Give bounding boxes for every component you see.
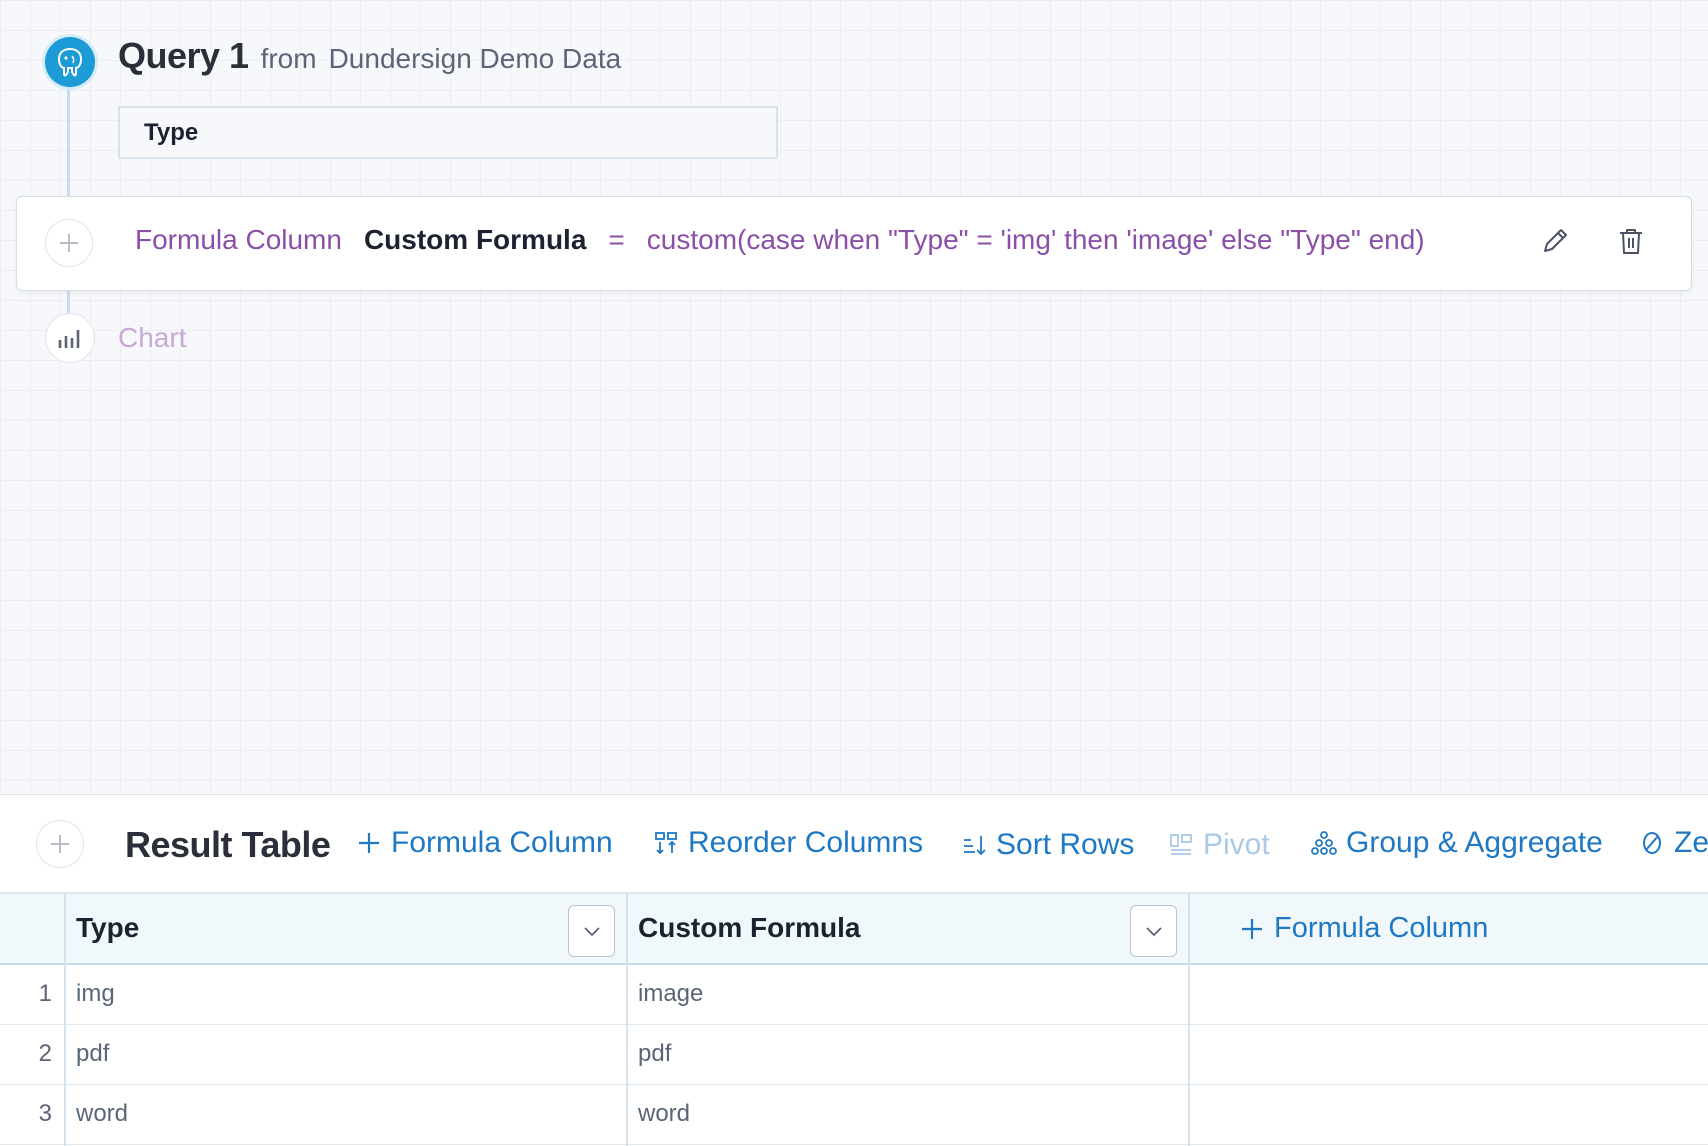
add-formula-column-button[interactable]: Formula Column	[355, 826, 613, 860]
add-result-step-button[interactable]	[36, 820, 84, 868]
column-divider	[626, 894, 628, 1146]
query-name[interactable]: Query 1	[118, 35, 249, 77]
chart-step-label[interactable]: Chart	[118, 322, 186, 354]
group-aggregate-button[interactable]: Group & Aggregate	[1310, 826, 1603, 860]
plus-icon	[1242, 918, 1262, 939]
chevron-down-icon	[1145, 927, 1162, 937]
chevron-down-icon	[583, 927, 600, 937]
reorder-icon	[652, 829, 680, 857]
trash-icon	[1620, 229, 1642, 254]
cell-custom-formula: image	[638, 980, 704, 1007]
cell-type: pdf	[76, 1040, 110, 1067]
result-table-title: Result Table	[125, 824, 331, 865]
table-row: 1 img image	[0, 965, 1708, 1025]
formula-step-card[interactable]: Formula Column Custom Formula = custom(c…	[16, 196, 1692, 291]
query-canvas: Query 1 from Dundersign Demo Data Type F…	[0, 0, 1708, 795]
pivot-button[interactable]: Pivot	[1167, 828, 1270, 862]
group-aggregate-label: Group & Aggregate	[1346, 826, 1603, 859]
sort-rows-label: Sort Rows	[996, 828, 1135, 861]
plus-icon	[51, 835, 69, 853]
reorder-columns-label: Reorder Columns	[688, 826, 924, 859]
column-custom-formula-dropdown-button[interactable]	[1130, 905, 1177, 957]
pivot-label: Pivot	[1203, 828, 1270, 861]
selected-column-label: Type	[144, 118, 199, 146]
formula-column-name: Custom Formula	[363, 224, 587, 255]
formula-equals: =	[608, 224, 625, 255]
table-header: Type Custom Formula Formula Column	[0, 894, 1708, 965]
row-number: 2	[38, 1040, 52, 1067]
table-row: 2 pdf pdf	[0, 1025, 1708, 1085]
zero-fill-label: Ze	[1674, 826, 1708, 859]
column-header-type[interactable]: Type	[76, 912, 139, 944]
column-divider	[64, 894, 66, 1146]
formula-step-type: Formula Column	[135, 224, 342, 255]
timeline-connector	[67, 87, 70, 197]
reorder-columns-button[interactable]: Reorder Columns	[652, 826, 923, 860]
query-title: Query 1 from Dundersign Demo Data	[118, 35, 621, 77]
sort-rows-button[interactable]: Sort Rows	[960, 828, 1134, 862]
column-header-custom-formula[interactable]: Custom Formula	[638, 912, 860, 944]
chart-step-icon[interactable]	[45, 313, 95, 363]
cell-type: img	[76, 980, 115, 1007]
selected-column-pill[interactable]: Type	[118, 106, 778, 159]
plus-icon	[60, 234, 78, 252]
cell-custom-formula: word	[638, 1100, 691, 1127]
pivot-icon	[1167, 831, 1195, 859]
result-table: Type Custom Formula Formula Column 1 img…	[0, 894, 1708, 1146]
postgres-icon[interactable]	[45, 37, 95, 87]
formula-column-label: Formula Column	[391, 826, 613, 859]
pencil-icon	[1544, 229, 1567, 252]
column-divider	[1188, 894, 1190, 1146]
row-number: 1	[38, 980, 52, 1007]
query-from-label: from	[260, 43, 317, 74]
row-number: 3	[38, 1100, 52, 1127]
add-step-button[interactable]	[45, 219, 93, 267]
query-source[interactable]: Dundersign Demo Data	[329, 43, 622, 75]
group-icon	[1310, 829, 1338, 857]
cell-type: word	[76, 1100, 129, 1127]
formula-expression: custom(case when "Type" = 'img' then 'im…	[646, 224, 1425, 255]
bar-chart-icon	[58, 330, 80, 348]
add-formula-column-label: Formula Column	[1274, 912, 1489, 944]
timeline-connector	[67, 290, 70, 315]
zero-fill-button[interactable]: Ze	[1638, 826, 1708, 860]
delete-step-button[interactable]	[1611, 221, 1651, 261]
plus-icon	[355, 829, 383, 857]
table-row: 3 word word	[0, 1085, 1708, 1145]
result-toolbar: Result Table Formula Column Reorder Colu…	[0, 796, 1708, 894]
zero-icon	[1638, 829, 1666, 857]
add-formula-column-header-button[interactable]: Formula Column	[1240, 912, 1488, 945]
edit-step-button[interactable]	[1535, 221, 1575, 261]
sort-icon	[960, 831, 988, 859]
cell-custom-formula: pdf	[638, 1040, 672, 1067]
formula-row: Formula Column Custom Formula = custom(c…	[135, 224, 1425, 256]
column-type-dropdown-button[interactable]	[568, 905, 615, 957]
